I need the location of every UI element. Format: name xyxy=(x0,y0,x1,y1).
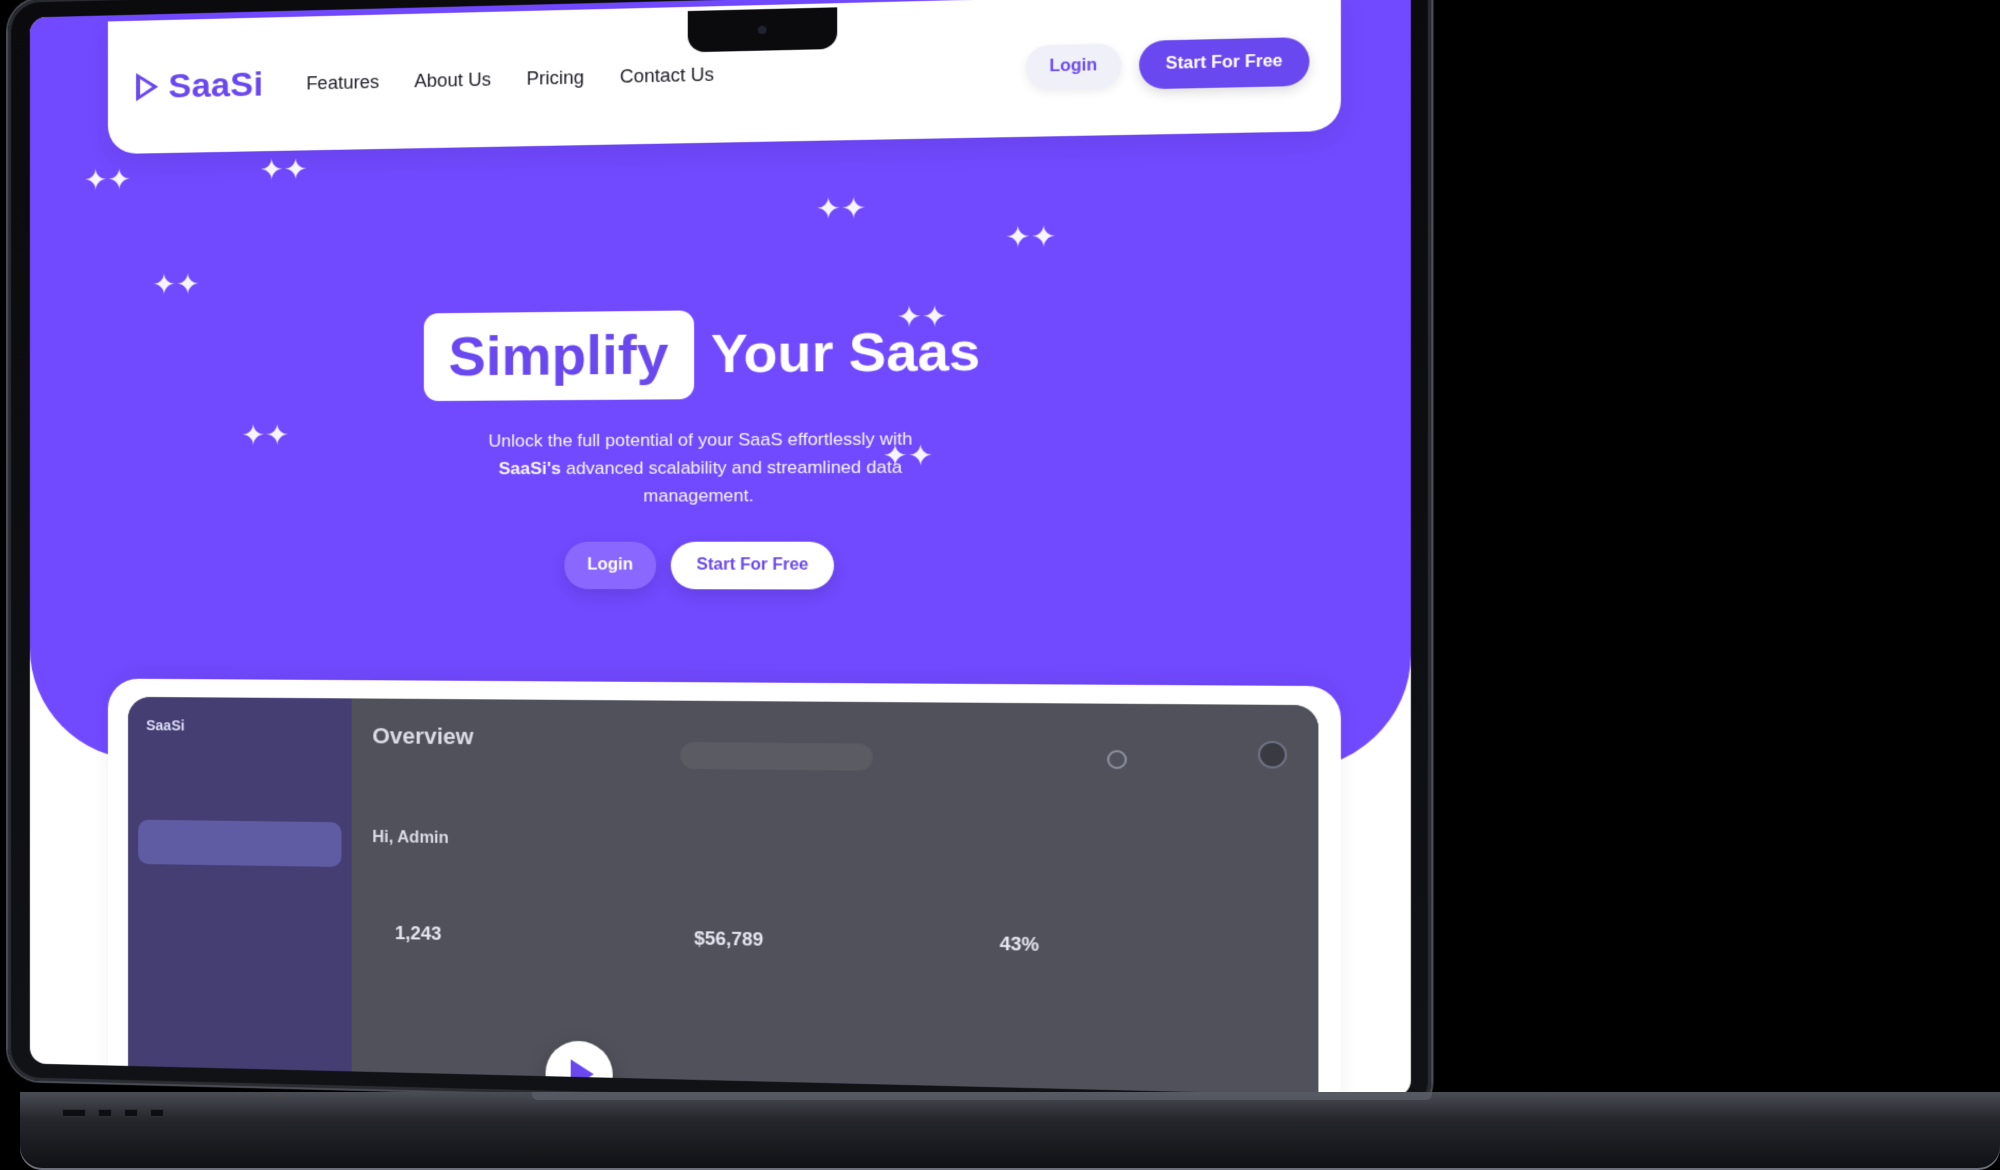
port-icon xyxy=(62,1109,86,1117)
laptop-screen: SaaSi Features About Us Pricing Contact … xyxy=(29,0,1411,1098)
dashboard-stat-2: $56,789 xyxy=(694,918,952,955)
sparkle-icon: ✦ xyxy=(175,268,200,301)
hero-start-free-button[interactable]: Start For Free xyxy=(671,541,835,590)
dashboard-search-pill xyxy=(680,741,873,771)
primary-navigation: Features About Us Pricing Contact Us xyxy=(306,57,1025,94)
landing-page-stage: SaaSi Features About Us Pricing Contact … xyxy=(0,0,2000,1170)
camera-notch xyxy=(687,7,838,53)
hero-subtext-line-2: advanced scalability and streamlined dat… xyxy=(565,457,902,507)
brand-logo[interactable]: SaaSi xyxy=(136,65,263,107)
dashboard-stat-value-2: $56,789 xyxy=(694,927,764,950)
hero-actions: Login Start For Free xyxy=(564,541,835,590)
header-login-button[interactable]: Login xyxy=(1025,43,1122,90)
dashboard-sidebar: SaaSi xyxy=(128,696,352,1098)
sparkle-icon: ✦ xyxy=(1030,220,1057,254)
dashboard-sidebar-item xyxy=(138,936,341,984)
avatar xyxy=(1257,740,1288,769)
admin-profile-chip xyxy=(1257,740,1288,769)
laptop-base xyxy=(20,1092,2000,1170)
dashboard-stat-1: 1,243 xyxy=(395,913,646,949)
header-actions: Login Start For Free xyxy=(1025,36,1310,92)
laptop-hinge xyxy=(532,1092,1432,1100)
header-start-free-button[interactable]: Start For Free xyxy=(1139,36,1310,90)
dashboard-stat-value-1: 1,243 xyxy=(394,922,442,944)
headline-rest: Your Saas xyxy=(710,321,981,385)
dashboard-sidebar-item xyxy=(138,878,341,926)
nav-link-features[interactable]: Features xyxy=(306,71,379,94)
hero-login-button[interactable]: Login xyxy=(564,541,657,589)
laptop-ports xyxy=(62,1109,164,1117)
dashboard-sidebar-item-overview xyxy=(138,819,342,867)
port-icon xyxy=(124,1109,138,1117)
port-icon xyxy=(150,1109,164,1117)
hero-subtext-line-1: Unlock the full potential of your SaaS e… xyxy=(488,428,913,451)
nav-link-pricing[interactable]: Pricing xyxy=(526,67,584,90)
hero-subtext: Unlock the full potential of your SaaS e… xyxy=(478,425,924,511)
headline-highlight: Simplify xyxy=(423,310,694,402)
sparkle-icon: ✦ xyxy=(840,191,867,225)
dashboard-main: Overview Hi, Admin 1,243 $56,789 43% xyxy=(351,698,1319,1098)
dashboard-stat-3: 43% xyxy=(1000,923,1265,960)
hero-headline: Simplify Your Saas xyxy=(423,307,981,402)
sparkle-icon: ✦✦ xyxy=(1005,220,1057,254)
nav-link-contact-us[interactable]: Contact Us xyxy=(620,64,714,88)
dashboard-preview-card: SaaSi Overview Hi, Admin 1,243 $56,789 4… xyxy=(107,678,1341,1098)
port-icon xyxy=(98,1109,112,1117)
bell-icon xyxy=(1107,749,1127,770)
dashboard-sidebar-brand: SaaSi xyxy=(146,717,185,734)
sparkle-icon: ✦✦ xyxy=(259,153,308,186)
hero-content: Simplify Your Saas Unlock the full poten… xyxy=(30,302,1411,590)
sparkle-icon: ✦ xyxy=(283,153,308,186)
laptop-frame: SaaSi Features About Us Pricing Contact … xyxy=(8,0,1432,1137)
dashboard-title: Overview xyxy=(372,722,474,750)
dashboard-sidebar-item xyxy=(138,995,341,1044)
sparkle-icon: ✦✦ xyxy=(815,191,867,225)
hero-subtext-brand: SaaSi's xyxy=(498,458,561,479)
sparkle-icon: ✦✦ xyxy=(152,268,200,301)
hero-section: SaaSi Features About Us Pricing Contact … xyxy=(29,0,1411,772)
sparkle-icon: ✦ xyxy=(107,163,131,196)
play-logo-icon xyxy=(136,72,159,102)
sparkle-icon: ✦✦ xyxy=(83,163,131,196)
dashboard-greeting: Hi, Admin xyxy=(372,828,449,848)
brand-name: SaaSi xyxy=(168,64,264,106)
dashboard-stat-value-3: 43% xyxy=(999,933,1040,956)
laptop-bezel: SaaSi Features About Us Pricing Contact … xyxy=(8,0,1432,1117)
dashboard-preview: SaaSi Overview Hi, Admin 1,243 $56,789 4… xyxy=(128,696,1319,1098)
nav-link-about-us[interactable]: About Us xyxy=(414,69,491,92)
